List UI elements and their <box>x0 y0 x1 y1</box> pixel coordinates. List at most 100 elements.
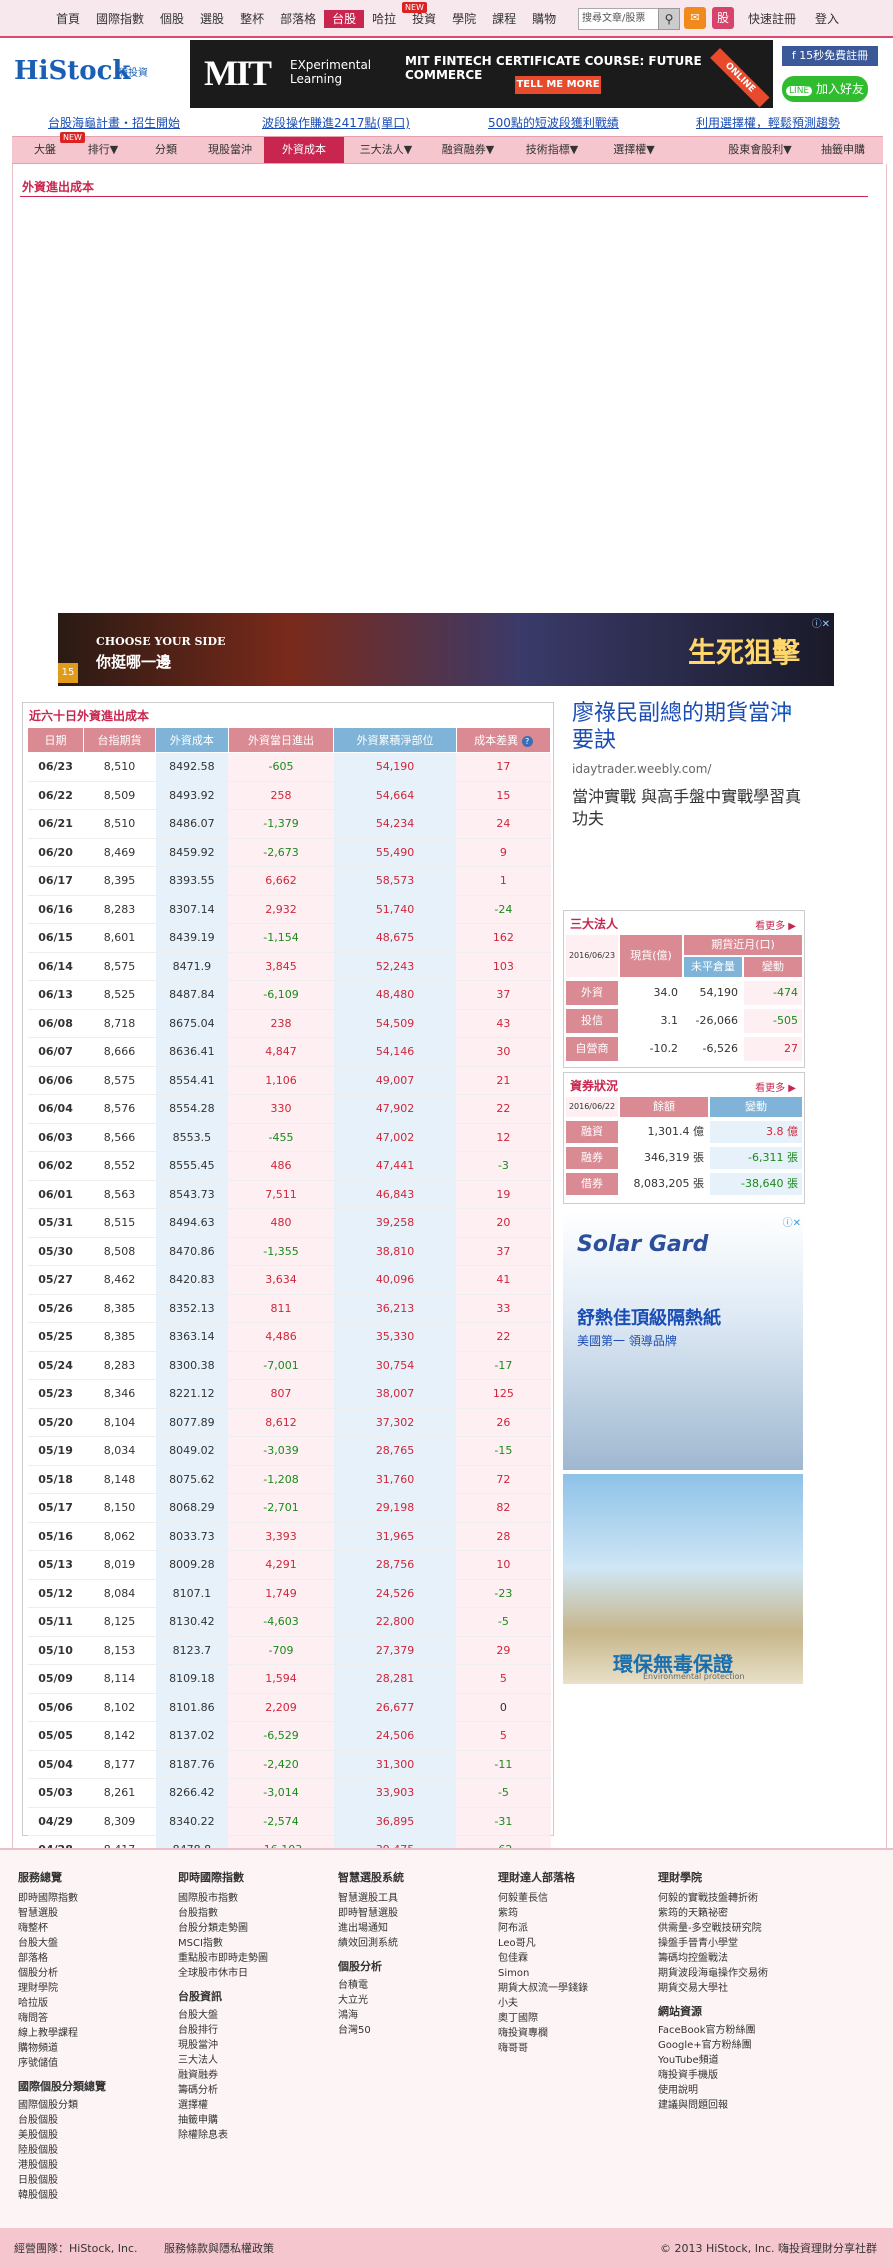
footer-link[interactable]: Leo哥凡 <box>498 1936 588 1951</box>
promo-link-3[interactable]: 500點的短波段獲利戰績 <box>488 114 619 131</box>
topnav-academy[interactable]: 學院 <box>444 10 484 28</box>
footer-link[interactable]: 國際個股分類 <box>18 2098 106 2113</box>
game-banner-ad[interactable]: CHOOSE YOUR SIDE 你挺哪一邊 生死狙擊 15 ⓘ✕ <box>58 613 834 686</box>
footer-link[interactable]: 國際股市指數 <box>178 1891 268 1906</box>
footer-terms-link[interactable]: 服務條款與隱私權政策 <box>164 2240 274 2256</box>
promo-link-2[interactable]: 波段操作賺進2417點(單口) <box>262 114 410 131</box>
footer-link[interactable]: 智慧選股工具 <box>338 1891 404 1906</box>
topnav-forum[interactable]: 哈拉 <box>364 10 404 28</box>
mainnav-category[interactable]: 分類 <box>136 137 196 163</box>
footer-link[interactable]: 線上教學課程 <box>18 2026 106 2041</box>
footer-link[interactable]: 台股個股 <box>18 2113 106 2128</box>
footer-link[interactable]: 績效回測系統 <box>338 1936 404 1951</box>
footer-link[interactable]: 嗨問答 <box>18 2011 106 2026</box>
footer-link[interactable]: 台積電 <box>338 1978 404 1993</box>
col-header-futures[interactable]: 台指期貨 <box>83 727 157 753</box>
footer-link[interactable]: 即時國際指數 <box>18 1891 106 1906</box>
footer-link[interactable]: 建議與問題回報 <box>658 2098 768 2113</box>
promo-link-1[interactable]: 台股海龜計畫・招生開始 <box>48 114 180 131</box>
footer-link[interactable]: 抽籤申購 <box>178 2113 268 2128</box>
solargard-banner-ad[interactable]: Solar Gard 舒熱佳頂級隔熱紙 美國第一 領導品牌 ⓘ✕ <box>563 1212 803 1470</box>
mainnav-institutions[interactable]: 三大法人▼ <box>344 137 428 163</box>
topnav-blog[interactable]: 部落格 <box>272 10 324 28</box>
footer-link[interactable]: 籌碼分析 <box>178 2083 268 2098</box>
mainnav-dividend[interactable]: 股東會股利▼ <box>712 137 808 163</box>
footer-link[interactable]: 何毅的實戰技盤轉折術 <box>658 1891 768 1906</box>
footer-link[interactable]: Simon <box>498 1966 588 1981</box>
search-icon[interactable]: ⚲ <box>658 8 680 30</box>
footer-link[interactable]: 重點股市即時走勢圖 <box>178 1951 268 1966</box>
footer-link[interactable]: MSCI指數 <box>178 1936 268 1951</box>
ad-choices-icon[interactable]: ⓘ✕ <box>812 615 830 630</box>
footer-link[interactable]: 台股大盤 <box>18 1936 106 1951</box>
stock-button[interactable]: 股 <box>712 7 734 29</box>
quick-register-link[interactable]: 快速註冊 <box>748 10 796 27</box>
footer-link[interactable]: 包佳霖 <box>498 1951 588 1966</box>
credit-more-link[interactable]: 看更多 ▶ <box>755 1079 796 1094</box>
ad-cta-button[interactable]: TELL ME MORE <box>515 76 601 94</box>
col-header-cost-diff[interactable]: 成本差異 ? <box>455 727 552 753</box>
footer-link[interactable]: 現股當沖 <box>178 2038 268 2053</box>
footer-link[interactable]: 理財學院 <box>18 1981 106 1996</box>
facebook-register-button[interactable]: f 15秒免費註冊 <box>782 46 878 66</box>
col-header-date[interactable]: 日期 <box>26 727 85 753</box>
col-header-net-position[interactable]: 外資累積淨部位 <box>333 727 457 753</box>
footer-link[interactable]: 智慧選股 <box>18 1906 106 1921</box>
footer-link[interactable]: 台股分類走勢圖 <box>178 1921 268 1936</box>
footer-link[interactable]: 嗨哥哥 <box>498 2041 588 2056</box>
side-ad-headline[interactable]: 廖祿民副總的期貨當沖要訣 <box>572 700 802 754</box>
line-add-friend-button[interactable]: LINE 加入好友 <box>782 76 868 102</box>
col-header-daily-net[interactable]: 外資當日進出 <box>227 727 335 753</box>
help-icon[interactable]: ? <box>521 736 533 747</box>
footer-link[interactable]: 進出場通知 <box>338 1921 404 1936</box>
footer-link[interactable]: 紫筠 <box>498 1906 588 1921</box>
footer-link[interactable]: YouTube頻道 <box>658 2053 768 2068</box>
envelope-icon[interactable]: ✉ <box>684 7 706 29</box>
mainnav-foreign-cost[interactable]: 外資成本 <box>264 137 344 163</box>
footer-link[interactable]: 哈拉版 <box>18 1996 106 2011</box>
footer-link[interactable]: 序號儲值 <box>18 2056 106 2071</box>
footer-link[interactable]: 台股大盤 <box>178 2008 268 2023</box>
footer-link[interactable]: 期貨大叔流一學錢錄 <box>498 1981 588 1996</box>
promo-link-4[interactable]: 利用選擇權，輕鬆預測趨勢 <box>696 114 840 131</box>
mainnav-ipo-lottery[interactable]: 抽籤申購 <box>808 137 878 163</box>
footer-link[interactable]: 嗨投資手機版 <box>658 2068 768 2083</box>
footer-link[interactable]: 選擇權 <box>178 2098 268 2113</box>
footer-link[interactable]: 台股排行 <box>178 2023 268 2038</box>
footer-link[interactable]: 個股分析 <box>18 1966 106 1981</box>
site-logo[interactable]: HiStock 嗨投資 <box>14 50 160 98</box>
footer-link[interactable]: 何毅董長信 <box>498 1891 588 1906</box>
footer-link[interactable]: 陸股個股 <box>18 2143 106 2158</box>
ad-choices-icon[interactable]: ⓘ✕ <box>774 702 792 717</box>
ad-choices-icon[interactable]: ⓘ✕ <box>783 1214 801 1229</box>
institutions-more-link[interactable]: 看更多 ▶ <box>755 917 796 932</box>
mainnav-options[interactable]: 選擇權▼ <box>596 137 672 163</box>
footer-link[interactable]: 日股個股 <box>18 2173 106 2188</box>
topnav-tw-stock[interactable]: 台股 <box>324 10 365 28</box>
footer-link[interactable]: 融資融券 <box>178 2068 268 2083</box>
col-header-cost[interactable]: 外資成本 <box>155 727 229 753</box>
footer-link[interactable]: 期貨波段海龜操作交易術 <box>658 1966 768 1981</box>
footer-link[interactable]: 台灣50 <box>338 2023 404 2038</box>
login-link[interactable]: 登入 <box>815 10 839 27</box>
footer-link[interactable]: 小夫 <box>498 1996 588 2011</box>
footer-link[interactable]: 即時智慧選股 <box>338 1906 404 1921</box>
footer-link[interactable]: 除權除息表 <box>178 2128 268 2143</box>
footer-link[interactable]: 嗨整杯 <box>18 1921 106 1936</box>
footer-link[interactable]: 阿布派 <box>498 1921 588 1936</box>
footer-link[interactable]: 使用說明 <box>658 2083 768 2098</box>
footer-link[interactable]: Google+官方粉絲團 <box>658 2038 768 2053</box>
top-banner-ad[interactable]: MIT EXperimental Learning MIT FINTECH CE… <box>190 40 773 108</box>
topnav-cup[interactable]: 整杯 <box>232 10 272 28</box>
footer-link[interactable]: 全球股市休市日 <box>178 1966 268 1981</box>
footer-link[interactable]: 奧丁國際 <box>498 2011 588 2026</box>
footer-link[interactable]: FaceBook官方粉絲團 <box>658 2023 768 2038</box>
footer-link[interactable]: 操盤手晉青小學堂 <box>658 1936 768 1951</box>
topnav-stocks[interactable]: 個股 <box>152 10 192 28</box>
topnav-intl-index[interactable]: 國際指數 <box>88 10 152 28</box>
footer-link[interactable]: 購物頻道 <box>18 2041 106 2056</box>
footer-link[interactable]: 紫筠的天籟祕密 <box>658 1906 768 1921</box>
mainnav-technical[interactable]: 技術指標▼ <box>508 137 596 163</box>
footer-link[interactable]: 美股個股 <box>18 2128 106 2143</box>
footer-link[interactable]: 供需量-多空戰技研究院 <box>658 1921 768 1936</box>
